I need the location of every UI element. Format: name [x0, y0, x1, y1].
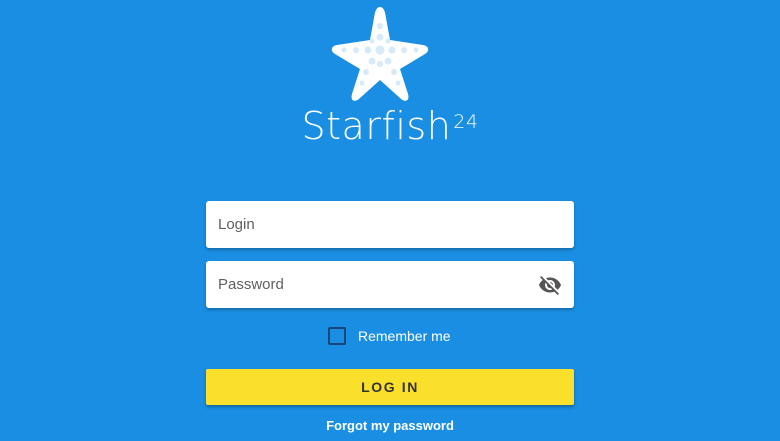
starfish-icon: [331, 7, 429, 101]
login-button[interactable]: LOG IN: [206, 369, 574, 405]
forgot-password-link[interactable]: Forgot my password: [0, 418, 780, 433]
remember-me[interactable]: Remember me: [328, 326, 451, 346]
login-input[interactable]: [206, 201, 518, 248]
remember-checkbox[interactable]: [328, 327, 346, 345]
eye-off-icon[interactable]: [538, 273, 562, 297]
brand-name: Starfish 24: [0, 104, 780, 148]
remember-label: Remember me: [358, 328, 451, 344]
password-field[interactable]: [206, 261, 574, 308]
logo: Starfish 24: [0, 0, 780, 160]
login-field[interactable]: [206, 201, 574, 248]
password-input[interactable]: [206, 261, 518, 308]
brand-superscript: 24: [453, 111, 479, 133]
brand-title: Starfish: [301, 104, 452, 148]
